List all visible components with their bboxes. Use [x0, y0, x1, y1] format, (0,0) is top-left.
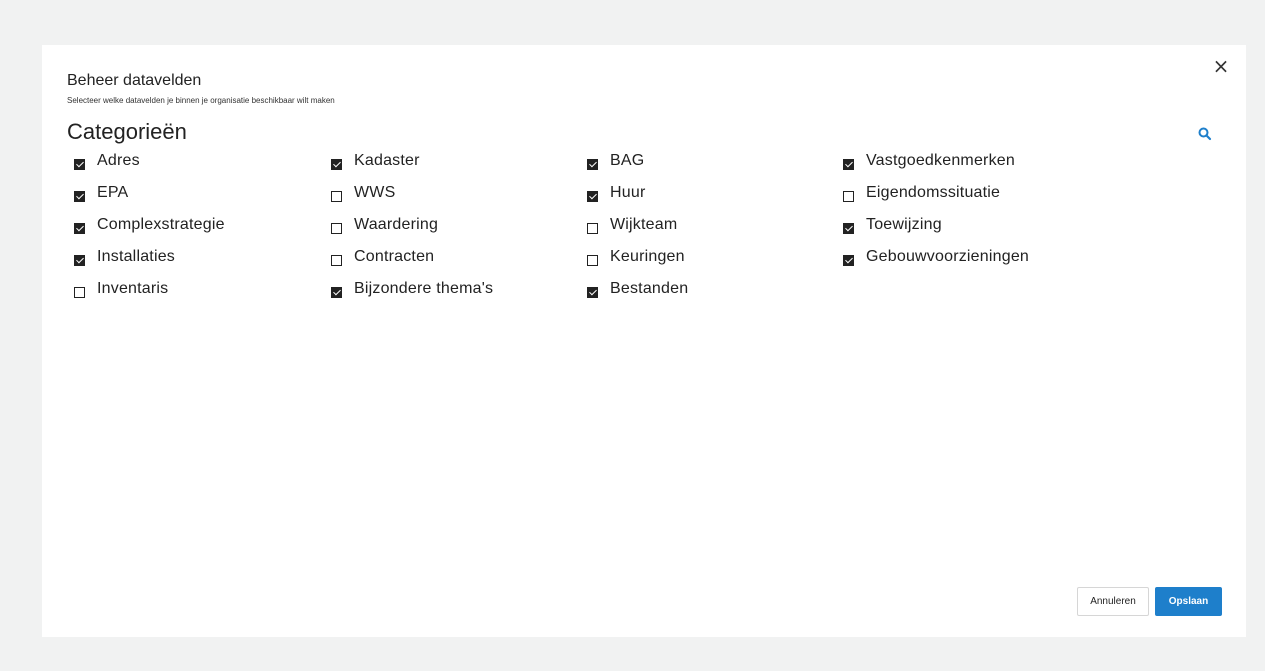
- category-label: Vastgoedkenmerken: [866, 152, 1015, 169]
- checkbox-checked[interactable]: [331, 158, 342, 170]
- category-label: WWS: [354, 184, 396, 201]
- category-label: EPA: [97, 184, 129, 201]
- checkbox-checked[interactable]: [843, 158, 854, 170]
- category-checkbox-item[interactable]: Installaties: [74, 241, 331, 273]
- cancel-button[interactable]: Annuleren: [1077, 587, 1149, 616]
- category-checkbox-item[interactable]: Bijzondere thema's: [331, 273, 587, 305]
- checkbox-unchecked[interactable]: [331, 222, 342, 234]
- checkbox-checked[interactable]: [843, 254, 854, 266]
- categories-heading: Categorieën: [67, 119, 187, 144]
- category-checkbox-item[interactable]: Huur: [587, 177, 843, 209]
- manage-datafields-dialog: × Beheer datavelden Selecteer welke data…: [42, 45, 1246, 637]
- category-label: Contracten: [354, 248, 435, 265]
- category-label: Bijzondere thema's: [354, 280, 494, 297]
- checkbox-checked[interactable]: [587, 190, 598, 202]
- checkbox-unchecked[interactable]: [587, 254, 598, 266]
- dialog-title: Beheer datavelden: [67, 72, 202, 89]
- category-checkbox-item[interactable]: Eigendomssituatie: [843, 177, 1103, 209]
- category-label: Installaties: [97, 248, 175, 265]
- category-label: Toewijzing: [866, 216, 942, 233]
- checkbox-unchecked[interactable]: [331, 190, 342, 202]
- checkbox-checked[interactable]: [74, 158, 85, 170]
- checkbox-checked[interactable]: [587, 158, 598, 170]
- category-label: Bestanden: [610, 280, 689, 297]
- checkbox-unchecked[interactable]: [74, 286, 85, 298]
- category-checkbox-grid: Adres Kadaster BAG Vastgoedkenmerken EPA WWS H…: [74, 145, 1074, 305]
- category-checkbox-item[interactable]: Bestanden: [587, 273, 843, 305]
- checkbox-checked[interactable]: [74, 190, 85, 202]
- category-label: Huur: [610, 184, 646, 201]
- category-label: Kadaster: [354, 152, 420, 169]
- checkbox-checked[interactable]: [74, 222, 85, 234]
- category-label: Gebouwvoorzieningen: [866, 248, 1030, 265]
- category-label: Waardering: [354, 216, 439, 233]
- save-button[interactable]: Opslaan: [1155, 587, 1222, 616]
- category-label: Eigendomssituatie: [866, 184, 1001, 201]
- checkbox-checked[interactable]: [74, 254, 85, 266]
- category-checkbox-item[interactable]: Kadaster: [331, 145, 587, 177]
- checkbox-unchecked[interactable]: [331, 254, 342, 266]
- category-checkbox-item[interactable]: Vastgoedkenmerken: [843, 145, 1103, 177]
- category-checkbox-item[interactable]: Keuringen: [587, 241, 843, 273]
- category-checkbox-item[interactable]: Gebouwvoorzieningen: [843, 241, 1103, 273]
- category-checkbox-item[interactable]: Inventaris: [74, 273, 331, 305]
- close-icon[interactable]: ×: [1210, 55, 1232, 77]
- category-label: BAG: [610, 152, 645, 169]
- category-checkbox-item[interactable]: BAG: [587, 145, 843, 177]
- checkbox-unchecked[interactable]: [843, 190, 854, 202]
- category-label: Complexstrategie: [97, 216, 225, 233]
- category-checkbox-item[interactable]: Toewijzing: [843, 209, 1103, 241]
- category-label: Keuringen: [610, 248, 685, 265]
- search-icon[interactable]: [1196, 125, 1214, 143]
- checkbox-checked[interactable]: [331, 286, 342, 298]
- category-checkbox-item[interactable]: Contracten: [331, 241, 587, 273]
- checkbox-unchecked[interactable]: [587, 222, 598, 234]
- category-checkbox-item[interactable]: Complexstrategie: [74, 209, 331, 241]
- category-checkbox-item[interactable]: WWS: [331, 177, 587, 209]
- category-label: Wijkteam: [610, 216, 678, 233]
- category-label: Adres: [97, 152, 140, 169]
- category-checkbox-item[interactable]: Adres: [74, 145, 331, 177]
- category-checkbox-item[interactable]: EPA: [74, 177, 331, 209]
- category-checkbox-item[interactable]: Wijkteam: [587, 209, 843, 241]
- checkbox-checked[interactable]: [587, 286, 598, 298]
- dialog-subtitle: Selecteer welke datavelden je binnen je …: [67, 96, 335, 105]
- category-checkbox-item[interactable]: Waardering: [331, 209, 587, 241]
- category-label: Inventaris: [97, 280, 169, 297]
- checkbox-checked[interactable]: [843, 222, 854, 234]
